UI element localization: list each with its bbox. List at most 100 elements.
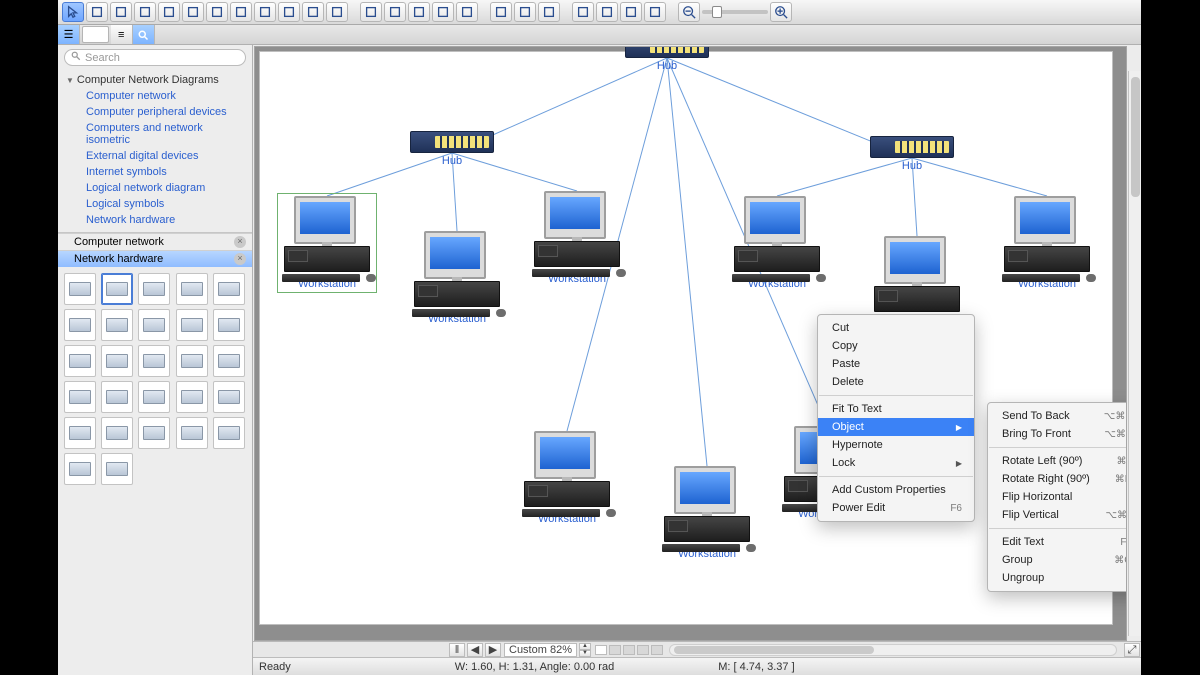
- palette-shape[interactable]: [213, 417, 245, 449]
- workstation-node[interactable]: Workstation: [730, 196, 824, 290]
- palette-shape[interactable]: [138, 417, 170, 449]
- menu-item[interactable]: Edit TextF2: [988, 533, 1127, 551]
- palette-shape[interactable]: [213, 381, 245, 413]
- pagestrip-prev-button[interactable]: ◀: [467, 643, 483, 657]
- palette-shape[interactable]: [64, 417, 96, 449]
- canvas-vertical-scrollbar[interactable]: [1128, 71, 1141, 636]
- palette-shape[interactable]: [213, 273, 245, 305]
- palette-shape[interactable]: [101, 273, 133, 305]
- menu-item[interactable]: Paste: [818, 355, 974, 373]
- pagestrip-first-button[interactable]: ‖: [449, 643, 465, 657]
- menu-item[interactable]: Lock: [818, 454, 974, 472]
- workstation-node[interactable]: Workstation: [280, 196, 374, 290]
- palette-shape[interactable]: [64, 309, 96, 341]
- line-tool-button[interactable]: [182, 2, 204, 22]
- menu-item[interactable]: Add Custom Properties: [818, 481, 974, 499]
- canvas-horizontal-scrollbar[interactable]: [669, 644, 1117, 656]
- zoom-stepper[interactable]: ▲▼: [579, 643, 591, 657]
- palette-shape[interactable]: [138, 273, 170, 305]
- palette-shape[interactable]: [176, 417, 208, 449]
- workstation-node[interactable]: Workstation: [530, 191, 624, 285]
- menu-item[interactable]: Cut: [818, 319, 974, 337]
- page-button[interactable]: [326, 2, 348, 22]
- close-icon[interactable]: ×: [234, 236, 246, 248]
- stencil-header[interactable]: Computer network×: [58, 233, 252, 250]
- connector-1-button[interactable]: [206, 2, 228, 22]
- menu-item[interactable]: Power EditF6: [818, 499, 974, 517]
- workstation-node[interactable]: Workstation: [520, 431, 614, 525]
- align-2-button[interactable]: [514, 2, 536, 22]
- menu-item[interactable]: Fit To Text: [818, 400, 974, 418]
- tree-item[interactable]: Computer peripheral devices: [58, 104, 252, 120]
- palette-shape[interactable]: [176, 309, 208, 341]
- zoom-level-field[interactable]: Custom 82%: [504, 643, 577, 657]
- menu-item[interactable]: Flip Horizontal: [988, 488, 1127, 506]
- menu-item[interactable]: Group⌘G: [988, 551, 1127, 569]
- connector-5-button[interactable]: [302, 2, 324, 22]
- palette-shape[interactable]: [64, 453, 96, 485]
- diagram-page[interactable]: HubHubHubWorkstationWorkstationWorkstati…: [259, 51, 1113, 625]
- connector-4-button[interactable]: [278, 2, 300, 22]
- menu-item[interactable]: Send To Back⌥⌘B: [988, 407, 1127, 425]
- palette-shape[interactable]: [64, 273, 96, 305]
- menu-item[interactable]: Object: [818, 418, 974, 436]
- palette-shape[interactable]: [64, 345, 96, 377]
- edge-split-button[interactable]: [432, 2, 454, 22]
- align-3-button[interactable]: [538, 2, 560, 22]
- align-1-button[interactable]: [490, 2, 512, 22]
- connector-3-button[interactable]: [254, 2, 276, 22]
- library-tree-tab[interactable]: ☰: [58, 25, 80, 44]
- menu-item[interactable]: Delete: [818, 373, 974, 391]
- palette-shape[interactable]: [64, 381, 96, 413]
- edge-straight-button[interactable]: [360, 2, 382, 22]
- pointer-button[interactable]: [62, 2, 84, 22]
- page-thumb-5[interactable]: [651, 645, 663, 655]
- zoom-slider[interactable]: [702, 10, 768, 14]
- tree-item[interactable]: Internet symbols: [58, 164, 252, 180]
- zoom-in-button[interactable]: [770, 2, 792, 22]
- page-thumb-4[interactable]: [637, 645, 649, 655]
- rounded-rect-button[interactable]: [134, 2, 156, 22]
- tree-category[interactable]: ▼ Computer Network Diagrams: [58, 72, 252, 88]
- menu-item[interactable]: Rotate Left (90º)⌘L: [988, 452, 1127, 470]
- polygon-button[interactable]: [158, 2, 180, 22]
- library-filter-input[interactable]: [82, 26, 109, 43]
- close-icon[interactable]: ×: [234, 253, 246, 265]
- stencil-header[interactable]: Network hardware×: [58, 250, 252, 267]
- library-search-tab[interactable]: [133, 25, 155, 44]
- palette-shape[interactable]: [176, 381, 208, 413]
- crop-tool-button[interactable]: [620, 2, 642, 22]
- workstation-node[interactable]: Workstation: [660, 466, 754, 560]
- hub-node[interactable]: Hub: [410, 131, 494, 167]
- context-menu[interactable]: CutCopyPasteDelete Fit To TextObjectHyper…: [817, 314, 975, 522]
- edge-merge-button[interactable]: [456, 2, 478, 22]
- zoom-tool-button[interactable]: [572, 2, 594, 22]
- edge-curve-button[interactable]: [384, 2, 406, 22]
- palette-shape[interactable]: [138, 381, 170, 413]
- library-list-tab[interactable]: ≡: [111, 25, 133, 44]
- menu-item[interactable]: Bring To Front⌥⌘F: [988, 425, 1127, 443]
- palette-shape[interactable]: [101, 345, 133, 377]
- workstation-node[interactable]: Workstation: [410, 231, 504, 325]
- palette-shape[interactable]: [213, 345, 245, 377]
- library-search-input[interactable]: Search: [64, 49, 246, 66]
- palette-shape[interactable]: [176, 273, 208, 305]
- palette-shape[interactable]: [138, 345, 170, 377]
- menu-item[interactable]: Copy: [818, 337, 974, 355]
- pagestrip-next-button[interactable]: ▶: [485, 643, 501, 657]
- palette-shape[interactable]: [176, 345, 208, 377]
- eyedropper-button[interactable]: [644, 2, 666, 22]
- menu-item[interactable]: Hypernote: [818, 436, 974, 454]
- tree-item[interactable]: Network hardware: [58, 212, 252, 228]
- menu-item[interactable]: Ungroup: [988, 569, 1127, 587]
- tree-item[interactable]: Computer network: [58, 88, 252, 104]
- palette-shape[interactable]: [101, 309, 133, 341]
- pan-tool-button[interactable]: [596, 2, 618, 22]
- menu-item[interactable]: Flip Vertical⌥⌘J: [988, 506, 1127, 524]
- palette-shape[interactable]: [101, 381, 133, 413]
- page-thumb-current[interactable]: [595, 645, 607, 655]
- page-thumb-3[interactable]: [623, 645, 635, 655]
- palette-shape[interactable]: [138, 309, 170, 341]
- palette-shape[interactable]: [101, 453, 133, 485]
- canvas[interactable]: HubHubHubWorkstationWorkstationWorkstati…: [254, 46, 1127, 641]
